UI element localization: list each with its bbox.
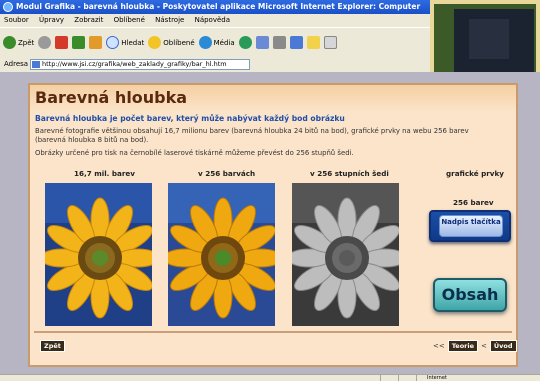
page-icon — [32, 61, 40, 68]
history-icon[interactable] — [238, 36, 252, 49]
paragraph-1: Barevné fotografie většinou obsahují 16,… — [35, 127, 469, 144]
menu-oblibene[interactable]: Oblíbené — [114, 16, 145, 24]
back-button[interactable]: Zpět — [3, 36, 34, 49]
column-label-gray: v 256 stupních šedi — [310, 169, 389, 178]
nav-separator: < — [481, 342, 487, 350]
status-zone-label: Internet — [427, 375, 447, 381]
address-bar: Adresa http://www.jsi.cz/grafika/web_zak… — [0, 57, 430, 72]
home-icon[interactable] — [89, 36, 103, 49]
divider — [34, 331, 512, 333]
status-zone: Internet — [416, 375, 540, 381]
nav-theory-button[interactable]: Teorie — [447, 340, 479, 352]
sunflower-full-color — [45, 183, 152, 326]
menu-napoveda[interactable]: Nápověda — [195, 16, 230, 24]
star-icon — [148, 36, 162, 49]
column-label-graphics: grafické prvky — [446, 169, 504, 178]
page-nav: << Teorie < Úvod — [433, 340, 517, 352]
sunflower-grayscale — [292, 183, 399, 326]
nadpis-button-label: Nadpis tlačítka — [439, 215, 503, 237]
status-segment — [398, 375, 416, 381]
content-panel: Barevná hloubka Barevná hloubka je počet… — [28, 83, 518, 367]
favorites-button[interactable]: Oblíbené — [148, 36, 195, 49]
ie-logo-icon — [3, 2, 13, 12]
messenger-icon[interactable] — [323, 36, 337, 49]
address-label: Adresa — [4, 60, 29, 68]
menu-nastroje[interactable]: Nástroje — [155, 16, 184, 24]
media-label: Média — [213, 38, 235, 47]
nav-prefix: << — [433, 342, 445, 350]
browser-viewport: Barevná hloubka Barevná hloubka je počet… — [0, 72, 540, 374]
obsah-button[interactable]: Obsah — [433, 278, 507, 312]
back-arrow-icon — [3, 36, 16, 49]
edit-icon[interactable] — [289, 36, 303, 49]
status-segment — [380, 375, 398, 381]
window-title: Modul Grafika - barevná hloubka - Poskyt… — [16, 2, 421, 11]
menu-zobrazit[interactable]: Zobrazit — [74, 16, 103, 24]
mail-icon[interactable] — [255, 36, 269, 49]
lead-text: Barevná hloubka je počet barev, který mů… — [35, 114, 345, 123]
toolbar: Zpět Hledat Oblíbené Média — [0, 27, 430, 57]
search-button[interactable]: Hledat — [106, 36, 144, 49]
column-label-256: v 256 barvách — [198, 169, 256, 178]
menu-soubor[interactable]: Soubor — [4, 16, 29, 24]
column-label-full: 16,7 mil. barev — [74, 169, 135, 178]
media-button[interactable]: Média — [198, 36, 235, 49]
search-label: Hledat — [121, 38, 145, 47]
media-icon — [198, 36, 212, 49]
paragraph-2: Obrázky určené pro tisk na černobílé las… — [35, 149, 354, 157]
print-icon[interactable] — [272, 36, 286, 49]
address-url: http://www.jsi.cz/grafika/web_zaklady_gr… — [42, 60, 227, 68]
forward-arrow-icon[interactable] — [38, 36, 52, 49]
menu-bar: Soubor Úpravy Zobrazit Oblíbené Nástroje… — [0, 14, 430, 27]
window-title-bar: Modul Grafika - barevná hloubka - Poskyt… — [0, 0, 430, 14]
nadpis-button-sample[interactable]: Nadpis tlačítka — [429, 210, 511, 242]
page-title: Barevná hloubka — [35, 88, 188, 107]
search-icon — [106, 36, 120, 49]
address-input[interactable]: http://www.jsi.cz/grafika/web_zaklady_gr… — [30, 59, 250, 70]
stop-icon[interactable] — [55, 36, 69, 49]
status-bar: Internet — [0, 374, 540, 381]
back-label: Zpět — [18, 38, 35, 47]
menu-upravy[interactable]: Úpravy — [39, 16, 64, 24]
refresh-icon[interactable] — [72, 36, 86, 49]
nav-intro-button[interactable]: Úvod — [489, 340, 517, 352]
back-nav-button[interactable]: Zpět — [40, 340, 65, 352]
sunflower-256-colors — [168, 183, 275, 326]
favorites-label: Oblíbené — [163, 38, 195, 47]
palette-label: 256 barev — [453, 198, 494, 207]
folder-icon[interactable] — [306, 36, 320, 49]
